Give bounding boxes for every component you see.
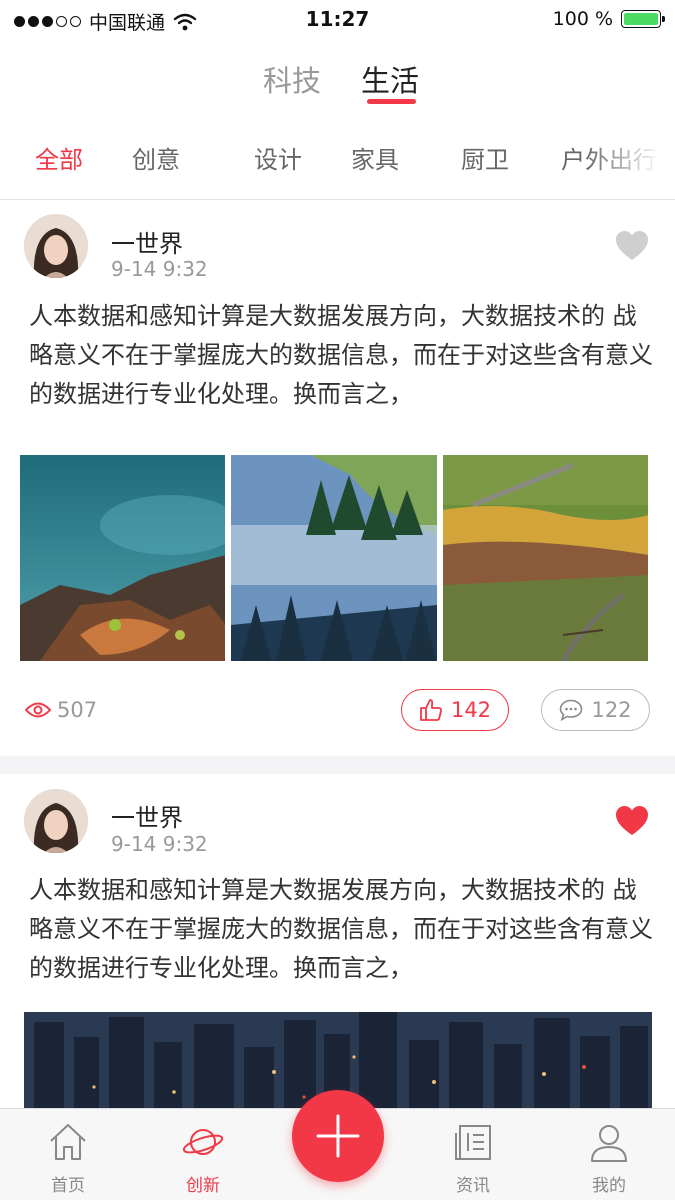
tab-me[interactable]: 我的 (564, 1121, 654, 1196)
post-author[interactable]: 一世界 (111, 798, 183, 833)
tab-home-label: 首页 (51, 1176, 85, 1196)
tab-me-label: 我的 (592, 1176, 626, 1196)
user-icon (591, 1125, 627, 1162)
post-time: 9-14 9:32 (111, 832, 208, 856)
plus-icon (316, 1114, 360, 1158)
home-icon (50, 1124, 86, 1160)
news-icon (455, 1125, 491, 1160)
avatar[interactable] (24, 789, 88, 853)
post-text: 人本数据和感知计算是大数据发展方向，大数据技术的 战略意义不在于掌握庞大的数据信… (29, 876, 653, 982)
tab-news-label: 资讯 (456, 1176, 490, 1196)
post-card[interactable]: 一世界 9-14 9:32 人本数据和感知计算是大数据发展方向，大数据技术的 战… (0, 0, 675, 1108)
tab-innovation-label: 创新 (186, 1176, 220, 1196)
tab-home[interactable]: 首页 (23, 1121, 113, 1196)
planet-icon (182, 1129, 224, 1155)
tab-news[interactable]: 资讯 (428, 1121, 518, 1196)
heart-icon[interactable] (615, 805, 649, 837)
add-post-button[interactable] (292, 1090, 384, 1182)
tab-innovation[interactable]: 创新 (158, 1121, 248, 1196)
